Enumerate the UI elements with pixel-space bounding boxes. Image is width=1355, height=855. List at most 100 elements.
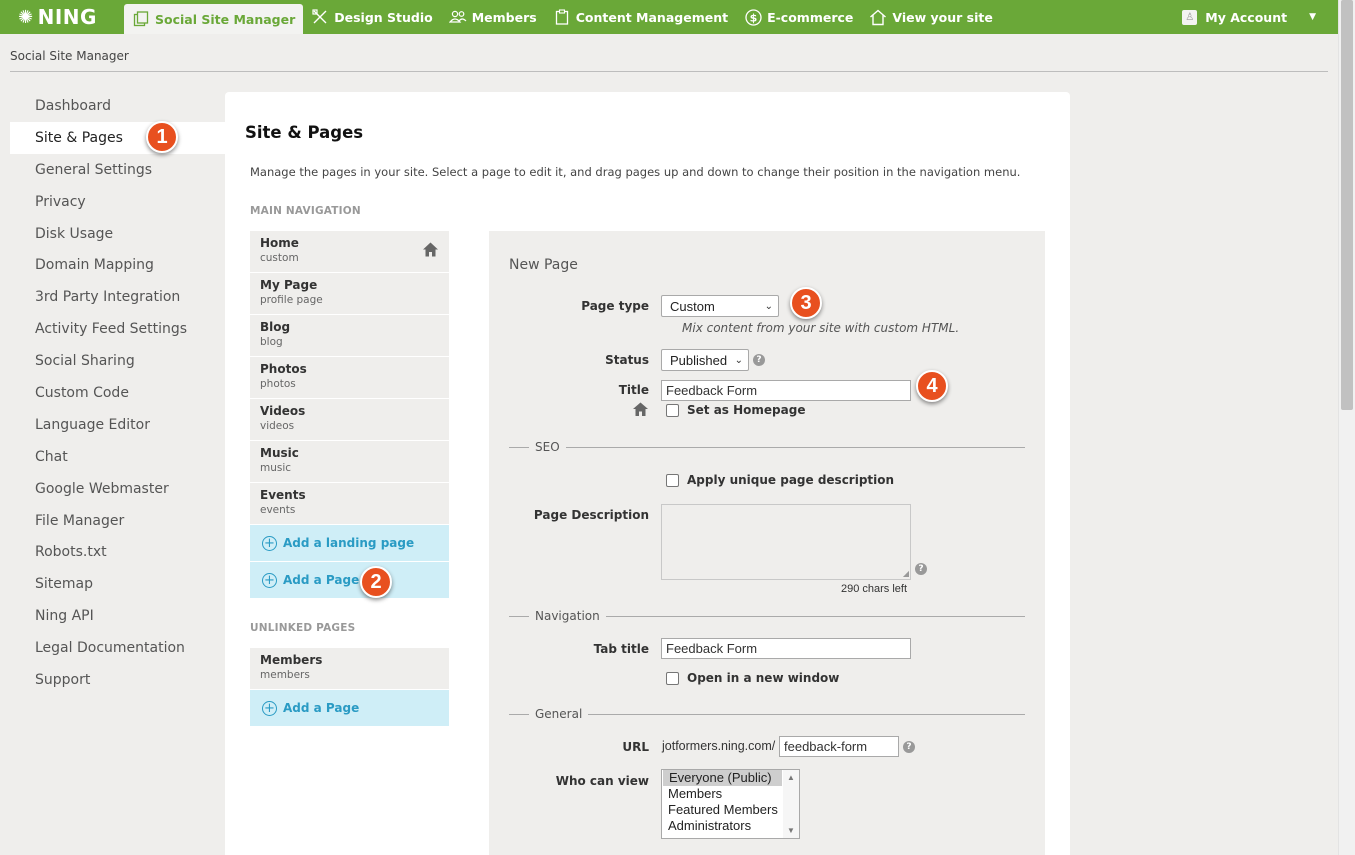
page-item-music[interactable]: Music music [250,441,449,483]
sidebar-item-support[interactable]: Support [10,664,225,696]
page-item-videos[interactable]: Videos videos [250,399,449,441]
add-landing-page-button[interactable]: + Add a landing page [250,525,449,562]
url-prefix: jotformers.ning.com/ [662,739,776,753]
logo-text: NING [37,5,97,29]
nav-social-site-manager[interactable]: Social Site Manager [124,4,304,34]
page-item-members[interactable]: Members members [250,648,449,690]
page-item-blog[interactable]: Blog blog [250,315,449,357]
set-homepage-checkbox[interactable]: Set as Homepage [666,403,805,417]
sidebar-item-ning-api[interactable]: Ning API [10,600,225,632]
page-item-photos[interactable]: Photos photos [250,357,449,399]
apply-unique-description-checkbox[interactable]: Apply unique page description [666,473,894,487]
title-input[interactable]: Feedback Form [661,380,911,401]
form-title: New Page [509,257,578,273]
navigation-section-divider: Navigation [509,609,1025,623]
unlinked-pages-list: Members members + Add a Page [250,648,449,727]
sidebar-item-domain-mapping[interactable]: Domain Mapping [10,249,225,281]
scroll-up-icon[interactable]: ▲ [787,773,795,782]
house-icon [869,8,887,26]
page-type-label: Page type [581,299,649,313]
nav-content-management[interactable]: Content Management [545,0,736,34]
sidebar-item-chat[interactable]: Chat [10,441,225,473]
add-page-button[interactable]: + Add a Page [250,562,449,599]
main-card: Site & Pages Manage the pages in your si… [225,92,1070,855]
step-badge-3: 3 [790,287,822,319]
sidebar-item-activity-feed-settings[interactable]: Activity Feed Settings [10,313,225,345]
scroll-down-icon[interactable]: ▼ [787,826,795,835]
avatar-icon: ♙ [1182,9,1198,25]
new-page-form: New Page Page type Custom ⌄ Mix content … [489,231,1045,855]
sidebar-item-custom-code[interactable]: Custom Code [10,377,225,409]
open-new-window-checkbox[interactable]: Open in a new window [666,671,839,685]
who-can-view-option[interactable]: Administrators [662,818,799,834]
sidebar-item-disk-usage[interactable]: Disk Usage [10,218,225,250]
url-label: URL [622,740,649,754]
main-navigation-list: Home custom My Page profile page Blog bl… [250,231,449,599]
nav-ecommerce[interactable]: $ E-commerce [736,0,861,34]
checkbox-box[interactable] [666,473,679,487]
my-account-menu[interactable]: ♙ My Account ▼ [1182,0,1316,34]
breadcrumb: Social Site Manager [10,49,129,63]
page-item-my-page[interactable]: My Page profile page [250,273,449,315]
status-help-icon[interactable]: ? [753,354,765,366]
sidebar-item-dashboard[interactable]: Dashboard [10,90,225,122]
plus-circle-icon: + [262,572,277,588]
home-icon [423,242,438,257]
home-icon [633,402,648,416]
pages-icon [132,10,150,28]
tab-title-label: Tab title [593,642,649,656]
step-badge-1: 1 [146,121,178,153]
url-help-icon[interactable]: ? [903,741,915,753]
ning-logo[interactable]: ✺ NING [18,5,124,29]
nav-design-studio[interactable]: Design Studio [303,0,440,34]
sidebar-item-file-manager[interactable]: File Manager [10,505,225,537]
step-badge-4: 4 [916,370,948,402]
page-type-hint: Mix content from your site with custom H… [682,321,960,335]
plus-circle-icon: + [262,535,277,551]
sidebar-item-social-sharing[interactable]: Social Sharing [10,345,225,377]
members-icon [448,8,467,26]
plus-circle-icon: + [262,700,277,716]
sidebar-item-sitemap[interactable]: Sitemap [10,568,225,600]
unlinked-pages-label: UNLINKED PAGES [250,622,356,634]
url-slug-input[interactable]: feedback-form [779,736,899,757]
svg-text:$: $ [749,11,757,24]
who-can-view-listbox[interactable]: Everyone (Public) Members Featured Membe… [661,769,800,839]
page-item-events[interactable]: Events events [250,483,449,525]
sidebar-item-site-pages[interactable]: Site & Pages [10,121,225,154]
sidebar-item-legal-documentation[interactable]: Legal Documentation [10,632,225,664]
sidebar-item-google-webmaster[interactable]: Google Webmaster [10,473,225,505]
page-scrollbar[interactable] [1338,0,1355,855]
nav-view-your-site[interactable]: View your site [861,0,1000,34]
checkbox-box[interactable] [666,671,679,685]
add-unlinked-page-button[interactable]: + Add a Page [250,690,449,727]
sidebar: Dashboard Site & Pages General Settings … [10,90,225,696]
ning-logo-icon: ✺ [18,6,34,28]
page-item-home[interactable]: Home custom [250,231,449,273]
sidebar-item-robots-txt[interactable]: Robots.txt [10,536,225,568]
sidebar-item-3rd-party-integration[interactable]: 3rd Party Integration [10,281,225,313]
status-select[interactable]: Published ⌄ [661,349,749,371]
sidebar-item-privacy[interactable]: Privacy [10,186,225,218]
page-description-label: Page Description [533,508,649,522]
scrollbar-thumb[interactable] [1341,0,1353,410]
who-can-view-option[interactable]: Members [662,786,799,802]
tab-title-input[interactable]: Feedback Form [661,638,911,659]
page-type-select[interactable]: Custom ⌄ [661,295,779,317]
page-title: Site & Pages [245,123,364,142]
main-navigation-label: MAIN NAVIGATION [250,205,361,217]
status-label: Status [605,353,649,367]
checkbox-box[interactable] [666,403,679,417]
sidebar-item-language-editor[interactable]: Language Editor [10,409,225,441]
description-help-icon[interactable]: ? [915,563,927,575]
who-can-view-option[interactable]: Featured Members [662,802,799,818]
chevron-down-icon: ⌄ [764,300,773,312]
listbox-scrollbar[interactable]: ▲ ▼ [783,770,799,838]
sidebar-item-general-settings[interactable]: General Settings [10,154,225,186]
page-description-textarea[interactable]: ◢ [661,504,911,580]
resize-grip-icon[interactable]: ◢ [903,569,909,578]
caret-down-icon: ▼ [1309,12,1316,22]
nav-members[interactable]: Members [441,0,545,34]
who-can-view-option[interactable]: Everyone (Public) [663,770,782,786]
design-icon [311,8,329,26]
